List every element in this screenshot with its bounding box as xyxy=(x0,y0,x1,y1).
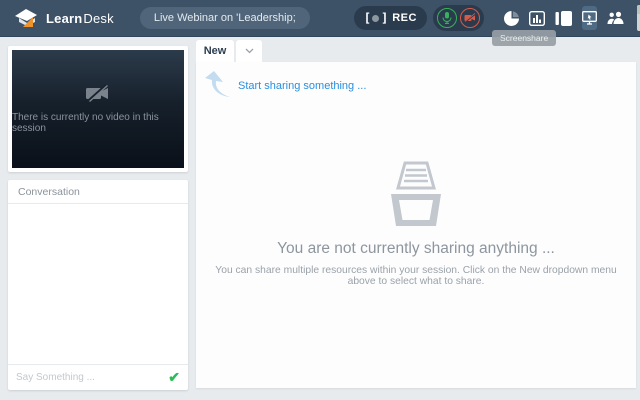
start-sharing-hint: Start sharing something ... xyxy=(238,80,366,92)
no-video-message: There is currently no video in this sess… xyxy=(12,112,184,134)
camera-off-icon xyxy=(464,13,476,23)
camera-toggle[interactable] xyxy=(460,8,480,28)
rec-bracket-right: ] xyxy=(381,11,387,25)
chevron-down-icon xyxy=(245,48,254,54)
microphone-toggle[interactable] xyxy=(437,8,457,28)
video-area: There is currently no video in this sess… xyxy=(12,50,184,168)
hint-arrow-icon xyxy=(204,70,232,100)
participants-icon xyxy=(607,11,625,25)
pie-chart-icon xyxy=(504,11,519,26)
empty-subtitle: You can share multiple resources within … xyxy=(196,265,636,287)
microphone-icon xyxy=(442,12,452,24)
video-off-icon xyxy=(85,84,111,102)
record-button[interactable]: [ ] REC xyxy=(354,6,427,30)
rec-dot-icon xyxy=(372,15,379,22)
sharing-area: New Start sharing something ... You are … xyxy=(196,40,636,388)
screenshare-button[interactable] xyxy=(582,6,597,30)
brand[interactable]: LearnDesk xyxy=(13,7,114,29)
send-check-icon[interactable]: ✔ xyxy=(168,369,180,386)
av-controls xyxy=(433,5,484,31)
rec-label: REC xyxy=(392,12,417,24)
brand-name: LearnDesk xyxy=(46,11,114,26)
bar-chart-button[interactable] xyxy=(529,9,545,27)
participants-button[interactable] xyxy=(607,9,625,27)
conversation-input-row: ✔ xyxy=(8,364,188,390)
bar-chart-icon xyxy=(529,11,545,26)
screenshare-icon xyxy=(582,11,597,25)
new-dropdown-button[interactable] xyxy=(236,40,262,62)
session-title-badge: Live Webinar on 'Leadership; xyxy=(140,7,310,29)
conversation-messages[interactable] xyxy=(8,204,188,364)
chat-input[interactable] xyxy=(16,372,162,383)
video-panel: There is currently no video in this sess… xyxy=(8,46,188,172)
panel-layout-icon xyxy=(555,11,572,26)
share-content: Start sharing something ... You are not … xyxy=(196,62,636,388)
conversation-panel: Conversation ✔ xyxy=(8,180,188,390)
conversation-title: Conversation xyxy=(8,180,188,204)
panel-layout-button[interactable] xyxy=(555,9,572,27)
empty-state: You are not currently sharing anything .… xyxy=(196,160,636,287)
screenshare-tooltip: Screenshare xyxy=(492,30,556,46)
rec-bracket-left: [ xyxy=(364,11,370,25)
empty-title: You are not currently sharing anything .… xyxy=(196,240,636,258)
tab-new[interactable]: New xyxy=(196,40,234,62)
learndesk-logo-icon xyxy=(13,7,39,29)
share-tabbar: New xyxy=(196,40,636,62)
pie-chart-button[interactable] xyxy=(504,9,519,27)
share-tray-icon xyxy=(385,160,447,228)
